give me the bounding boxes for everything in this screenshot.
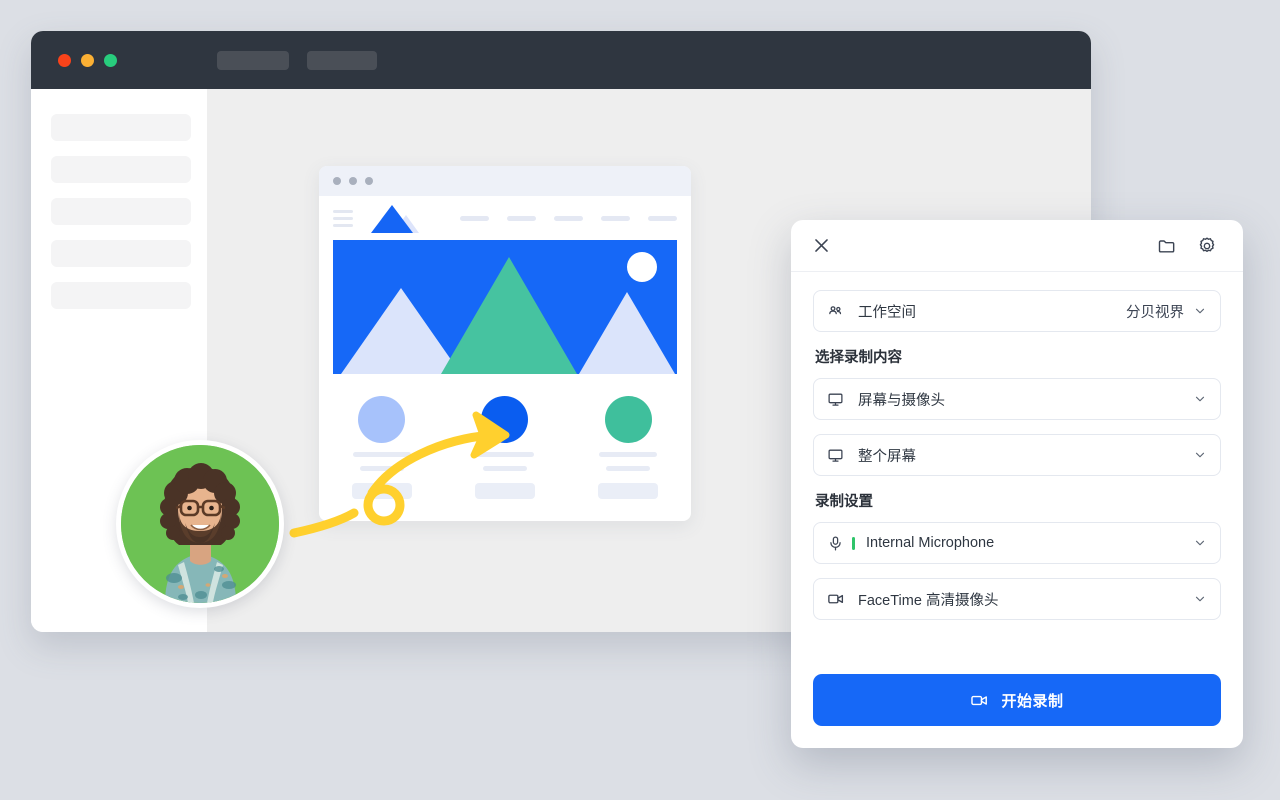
mockup-dot: [365, 177, 373, 185]
start-recording-label: 开始录制: [1001, 692, 1064, 710]
workspace-label: 工作空间: [858, 304, 916, 321]
card-circle-icon: [604, 396, 652, 443]
panel-header: [791, 220, 1243, 272]
chevron-down-icon[interactable]: [1193, 392, 1207, 406]
start-recording-button[interactable]: 开始录制: [813, 674, 1221, 726]
mockup-nav-links: [460, 215, 677, 221]
text-line-placeholder: [359, 466, 404, 471]
mockup-dot: [349, 177, 357, 185]
tab-placeholder-1[interactable]: [217, 50, 289, 70]
mockup-dot: [333, 177, 341, 185]
mockup-navbar: [319, 196, 691, 240]
mountain-shape: [441, 257, 577, 374]
hamburger-icon[interactable]: [333, 209, 353, 227]
minimize-window-button[interactable]: [81, 53, 94, 67]
folder-icon[interactable]: [1151, 230, 1183, 262]
mockup-card-row: [319, 374, 691, 499]
close-icon[interactable]: [805, 230, 837, 262]
mockup-card: [456, 396, 553, 499]
screen-area-selector[interactable]: 整个屏幕: [813, 434, 1221, 476]
camera-selector[interactable]: FaceTime 高清摄像头: [813, 578, 1221, 620]
users-icon: [827, 303, 847, 320]
sidebar-item-placeholder[interactable]: [51, 240, 191, 267]
nav-link-placeholder[interactable]: [554, 215, 583, 221]
window-titlebar: [31, 31, 1091, 89]
camera-chevron-group: [1193, 592, 1207, 606]
nav-link-placeholder[interactable]: [507, 215, 536, 221]
monitor-icon: [827, 447, 847, 464]
text-line-placeholder: [606, 466, 651, 471]
browser-mockup: [319, 166, 691, 521]
workspace-value-group: 分贝视界: [1126, 301, 1207, 322]
card-circle-icon: [358, 396, 406, 443]
sidebar-item-placeholder[interactable]: [51, 282, 191, 309]
tab-placeholder-2[interactable]: [307, 50, 377, 70]
maximize-window-button[interactable]: [104, 53, 117, 67]
close-window-button[interactable]: [58, 53, 71, 67]
settings-section-title: 录制设置: [815, 494, 873, 510]
recorder-panel: 工作空间 分贝视界 选择录制内容 屏幕与摄像头 整个屏幕 录制设置 Intern…: [791, 220, 1243, 748]
text-line-placeholder: [475, 452, 534, 457]
workspace-selector[interactable]: 工作空间 分贝视界: [813, 290, 1221, 332]
mockup-card: [333, 396, 430, 499]
mockup-titlebar: [319, 166, 691, 196]
avatar: [121, 445, 279, 603]
screen-area-label: 整个屏幕: [858, 448, 916, 465]
capture-source-label: 屏幕与摄像头: [858, 392, 945, 409]
card-button-placeholder[interactable]: [598, 483, 659, 499]
triangle-logo-icon: [369, 203, 419, 233]
mockup-hero-image: [333, 240, 677, 374]
nav-link-placeholder[interactable]: [648, 215, 677, 221]
chevron-down-icon[interactable]: [1193, 536, 1207, 550]
text-line-placeholder: [599, 452, 658, 457]
microphone-chevron-group: [1193, 536, 1207, 550]
sidebar-item-placeholder[interactable]: [51, 156, 191, 183]
capture-section-title: 选择录制内容: [815, 350, 902, 366]
capture-source-selector[interactable]: 屏幕与摄像头: [813, 378, 1221, 420]
nav-link-placeholder[interactable]: [460, 215, 489, 221]
microphone-label: Internal Microphone: [866, 535, 995, 551]
chevron-down-icon[interactable]: [1193, 448, 1207, 462]
chevron-down-icon[interactable]: [1193, 592, 1207, 606]
chevron-down-icon[interactable]: [1193, 304, 1207, 318]
camera-label: FaceTime 高清摄像头: [858, 592, 999, 609]
card-button-placeholder[interactable]: [351, 483, 412, 499]
gear-icon[interactable]: [1191, 230, 1223, 262]
sidebar-item-placeholder[interactable]: [51, 114, 191, 141]
monitor-icon: [827, 391, 847, 408]
video-camera-icon: [970, 691, 989, 710]
text-line-placeholder: [352, 452, 411, 457]
workspace-value: 分贝视界: [1126, 304, 1184, 321]
nav-link-placeholder[interactable]: [601, 215, 630, 221]
text-line-placeholder: [482, 466, 527, 471]
microphone-icon: [827, 535, 847, 552]
sidebar-item-placeholder[interactable]: [51, 198, 191, 225]
card-circle-icon: [481, 396, 529, 443]
capture-source-chevron-group: [1193, 392, 1207, 406]
mic-level-indicator: [852, 536, 855, 550]
screen-area-chevron-group: [1193, 448, 1207, 462]
mountain-shape: [579, 292, 675, 374]
webcam-bubble: [116, 440, 284, 608]
video-camera-icon: [827, 590, 847, 608]
card-button-placeholder[interactable]: [474, 483, 535, 499]
mockup-card: [580, 396, 677, 499]
traffic-lights: [58, 53, 117, 67]
panel-body: 工作空间 分贝视界 选择录制内容 屏幕与摄像头 整个屏幕 录制设置 Intern…: [791, 272, 1243, 668]
microphone-selector[interactable]: Internal Microphone: [813, 522, 1221, 564]
sun-icon: [627, 252, 657, 282]
